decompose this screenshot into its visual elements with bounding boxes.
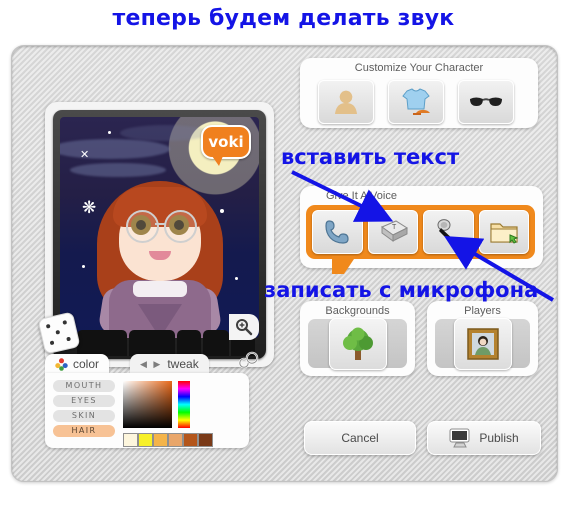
- gears-icon[interactable]: [237, 351, 259, 369]
- publish-button-label: Publish: [479, 431, 519, 445]
- tree-icon: [342, 327, 373, 360]
- svg-text:T: T: [392, 224, 397, 231]
- clothing-icon-button[interactable]: [388, 80, 444, 124]
- swatch[interactable]: [168, 433, 183, 447]
- arrows-icon: ◀ ▶: [140, 358, 163, 369]
- avatar-character: [85, 163, 235, 338]
- avatar-screen[interactable]: ✕ ❋ voki: [60, 117, 259, 338]
- monitor-icon: [449, 428, 470, 448]
- sunglasses-icon-button[interactable]: [458, 80, 514, 124]
- feature-mouth[interactable]: MOUTH: [53, 380, 115, 392]
- hue-slider[interactable]: [178, 381, 190, 428]
- customize-character-group: Customize Your Character: [300, 58, 538, 128]
- glasses-bridge: [154, 223, 165, 225]
- publish-button[interactable]: Publish: [427, 421, 541, 455]
- phone-icon-button[interactable]: [312, 210, 363, 254]
- phone-icon: [325, 220, 349, 244]
- voki-app-panel: ✕ ❋ voki color ◀ ▶ tweak MOUTH EYES SKIN…: [11, 45, 558, 482]
- players-title: Players: [464, 305, 501, 317]
- cancel-button[interactable]: Cancel: [304, 421, 416, 455]
- folder-upload-icon-button[interactable]: [478, 210, 529, 254]
- tab-color-label: color: [73, 357, 100, 371]
- voki-logo: voki: [201, 125, 251, 166]
- glasses-lens-left: [125, 210, 159, 243]
- saturation-value-picker[interactable]: [123, 381, 172, 428]
- magnifier-plus-icon[interactable]: [229, 314, 259, 340]
- backgrounds-panel-inner: [308, 317, 407, 370]
- feature-hair[interactable]: HAIR: [53, 425, 115, 437]
- feature-eyes[interactable]: EYES: [53, 395, 115, 407]
- swatch[interactable]: [153, 433, 168, 447]
- annotation-insert-text: вставить текст: [281, 145, 460, 169]
- tree-icon-button[interactable]: [328, 317, 387, 370]
- star-dot: [235, 277, 238, 280]
- color-panel: MOUTH EYES SKIN HAIR: [45, 373, 249, 448]
- folder-upload-icon: [490, 223, 519, 244]
- framed-portrait-icon-button[interactable]: [453, 317, 512, 370]
- glasses-lens-right: [163, 210, 197, 243]
- toolbar-segment[interactable]: [203, 330, 229, 356]
- players-panel-inner: [435, 317, 530, 370]
- backgrounds-title: Backgrounds: [325, 305, 390, 317]
- toolbar-segment[interactable]: [177, 330, 201, 356]
- cloud-shape: [120, 125, 210, 141]
- swatch[interactable]: [183, 433, 198, 447]
- head-icon: [335, 90, 357, 114]
- tab-color[interactable]: color: [45, 354, 110, 374]
- keyboard-key-icon: T: [380, 220, 408, 242]
- keyboard-key-icon-button[interactable]: T: [367, 210, 418, 254]
- tab-tweak[interactable]: ◀ ▶ tweak: [130, 354, 209, 374]
- microphone-icon-button[interactable]: [423, 210, 474, 254]
- players-group: Players: [427, 301, 538, 376]
- swatch[interactable]: [123, 433, 138, 447]
- speech-bubble-tail: [332, 256, 356, 274]
- snowflake-icon: ✕: [80, 149, 90, 161]
- cancel-button-label: Cancel: [341, 431, 379, 445]
- collar-shape: [132, 281, 187, 297]
- hue-slider-marker[interactable]: [176, 425, 192, 438]
- toolbar-segment[interactable]: [129, 330, 175, 356]
- feature-skin[interactable]: SKIN: [53, 410, 115, 422]
- give-it-a-voice-title: Give It A Voice: [326, 190, 397, 202]
- clothing-icon: [402, 88, 430, 115]
- swatch[interactable]: [138, 433, 153, 447]
- tab-tweak-label: tweak: [167, 357, 199, 371]
- microphone-icon: [437, 219, 457, 245]
- color-wheel-icon: [55, 357, 68, 371]
- cloud-shape: [60, 139, 170, 159]
- annotation-title: теперь будем делать звук: [112, 6, 455, 31]
- sunglasses-icon: [470, 97, 502, 106]
- give-it-a-voice-group: Give It A Voice T: [300, 186, 543, 274]
- star-dot: [108, 131, 111, 134]
- voice-options-bar: T: [306, 205, 535, 274]
- editor-tabs: color ◀ ▶ tweak: [45, 354, 225, 374]
- head-icon-button[interactable]: [318, 80, 374, 124]
- swatch[interactable]: [198, 433, 213, 447]
- customize-character-title: Customize Your Character: [354, 62, 484, 74]
- backgrounds-group: Backgrounds: [300, 301, 415, 376]
- annotation-record-mic: записать с микрофона: [264, 278, 539, 302]
- framed-portrait-icon: [466, 327, 499, 360]
- toolbar-segment[interactable]: [77, 330, 127, 356]
